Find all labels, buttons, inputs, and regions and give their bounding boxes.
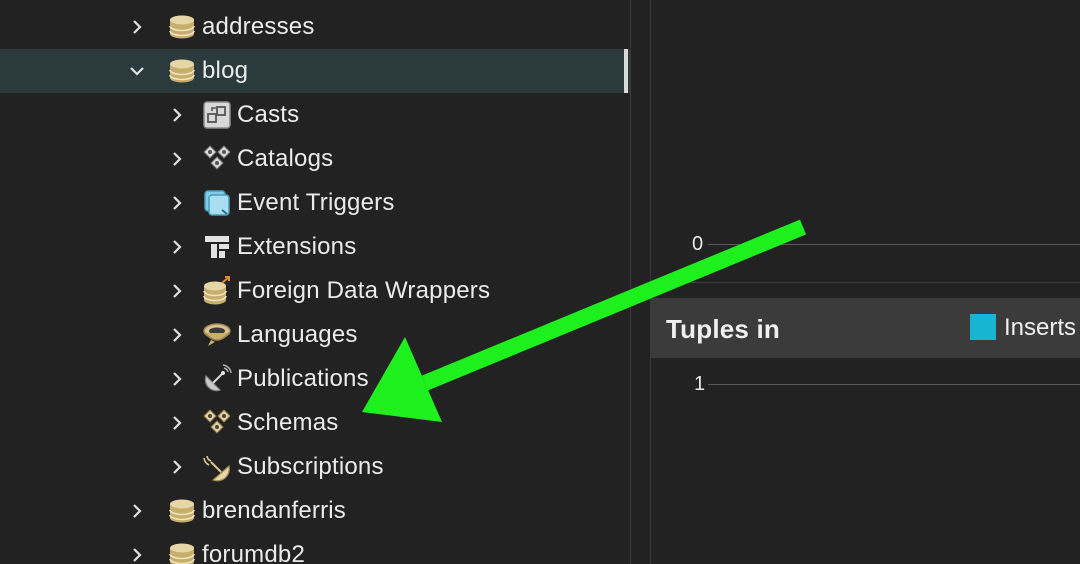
chevron-right-icon[interactable] — [167, 413, 187, 433]
chevron-down-icon[interactable] — [127, 61, 147, 81]
tree-node-label: brendanferris — [202, 497, 347, 524]
panel-splitter[interactable] — [630, 0, 650, 564]
chevron-right-icon[interactable] — [167, 237, 187, 257]
tree-node-label: Publications — [237, 365, 369, 392]
foreign-data-wrappers-icon — [200, 274, 234, 308]
tree-node-publications[interactable]: Publications — [0, 357, 630, 401]
tree-node-blog[interactable]: blog — [0, 49, 630, 93]
event-triggers-icon — [200, 186, 234, 220]
catalogs-icon — [200, 142, 234, 176]
tree-node-label: Casts — [237, 101, 300, 128]
tree-node-extensions[interactable]: Extensions — [0, 225, 630, 269]
database-icon — [165, 494, 199, 528]
y-axis-tick: 0 — [692, 233, 704, 255]
casts-icon — [200, 98, 234, 132]
chevron-right-icon[interactable] — [167, 369, 187, 389]
panel-title: Tuples in — [666, 314, 780, 344]
publications-icon — [200, 362, 234, 396]
chevron-right-icon[interactable] — [127, 545, 147, 564]
tree-node-label: Catalogs — [237, 145, 334, 172]
tree-node-event-triggers[interactable]: Event Triggers — [0, 181, 630, 225]
tree-node-label: Event Triggers — [237, 189, 395, 216]
dashboard-panel: 0 Tuples in Inserts 1 — [650, 0, 1080, 564]
splitter-line — [630, 0, 631, 564]
chevron-right-icon[interactable] — [167, 149, 187, 169]
chevron-right-icon[interactable] — [167, 325, 187, 345]
extensions-icon — [200, 230, 234, 264]
chevron-right-icon[interactable] — [167, 105, 187, 125]
tree-node-foreign-data-wrappers[interactable]: Foreign Data Wrappers — [0, 269, 630, 313]
tree-node-casts[interactable]: Casts — [0, 93, 630, 137]
tree-node-label: Extensions — [237, 233, 357, 260]
chart-gridline — [708, 244, 1080, 245]
tree-node-label: Languages — [237, 321, 358, 348]
tree-node-languages[interactable]: Languages — [0, 313, 630, 357]
tree-node-label: Subscriptions — [237, 453, 384, 480]
schemas-icon — [200, 406, 234, 440]
tree-node-subscriptions[interactable]: Subscriptions — [0, 445, 630, 489]
chevron-right-icon[interactable] — [167, 457, 187, 477]
tree-node-label: blog — [202, 57, 249, 84]
database-icon — [165, 538, 199, 564]
chevron-right-icon[interactable] — [167, 193, 187, 213]
tree-node-forumdb2[interactable]: forumdb2 — [0, 533, 630, 564]
object-browser-tree: addresses blog Casts Catalogs Event Trig… — [0, 0, 630, 564]
legend-label[interactable]: Inserts — [1004, 314, 1076, 342]
y-axis-tick: 1 — [694, 373, 706, 395]
chart-gridline — [708, 384, 1080, 385]
languages-icon — [200, 318, 234, 352]
legend-swatch — [970, 314, 996, 340]
database-icon — [165, 10, 199, 44]
tree-node-addresses[interactable]: addresses — [0, 5, 630, 49]
tree-node-schemas[interactable]: Schemas — [0, 401, 630, 445]
chevron-right-icon[interactable] — [127, 501, 147, 521]
database-icon — [165, 54, 199, 88]
chevron-right-icon[interactable] — [127, 17, 147, 37]
tree-node-label: addresses — [202, 13, 315, 40]
tree-node-brendanferris[interactable]: brendanferris — [0, 489, 630, 533]
chevron-right-icon[interactable] — [167, 281, 187, 301]
tree-node-label: forumdb2 — [202, 541, 305, 564]
subscriptions-icon — [200, 450, 234, 484]
tuples-in-panel-header: Tuples in Inserts — [650, 298, 1080, 358]
tree-node-label: Foreign Data Wrappers — [237, 277, 491, 304]
tree-node-label: Schemas — [237, 409, 339, 436]
panel-separator — [650, 282, 1080, 283]
tree-node-catalogs[interactable]: Catalogs — [0, 137, 630, 181]
